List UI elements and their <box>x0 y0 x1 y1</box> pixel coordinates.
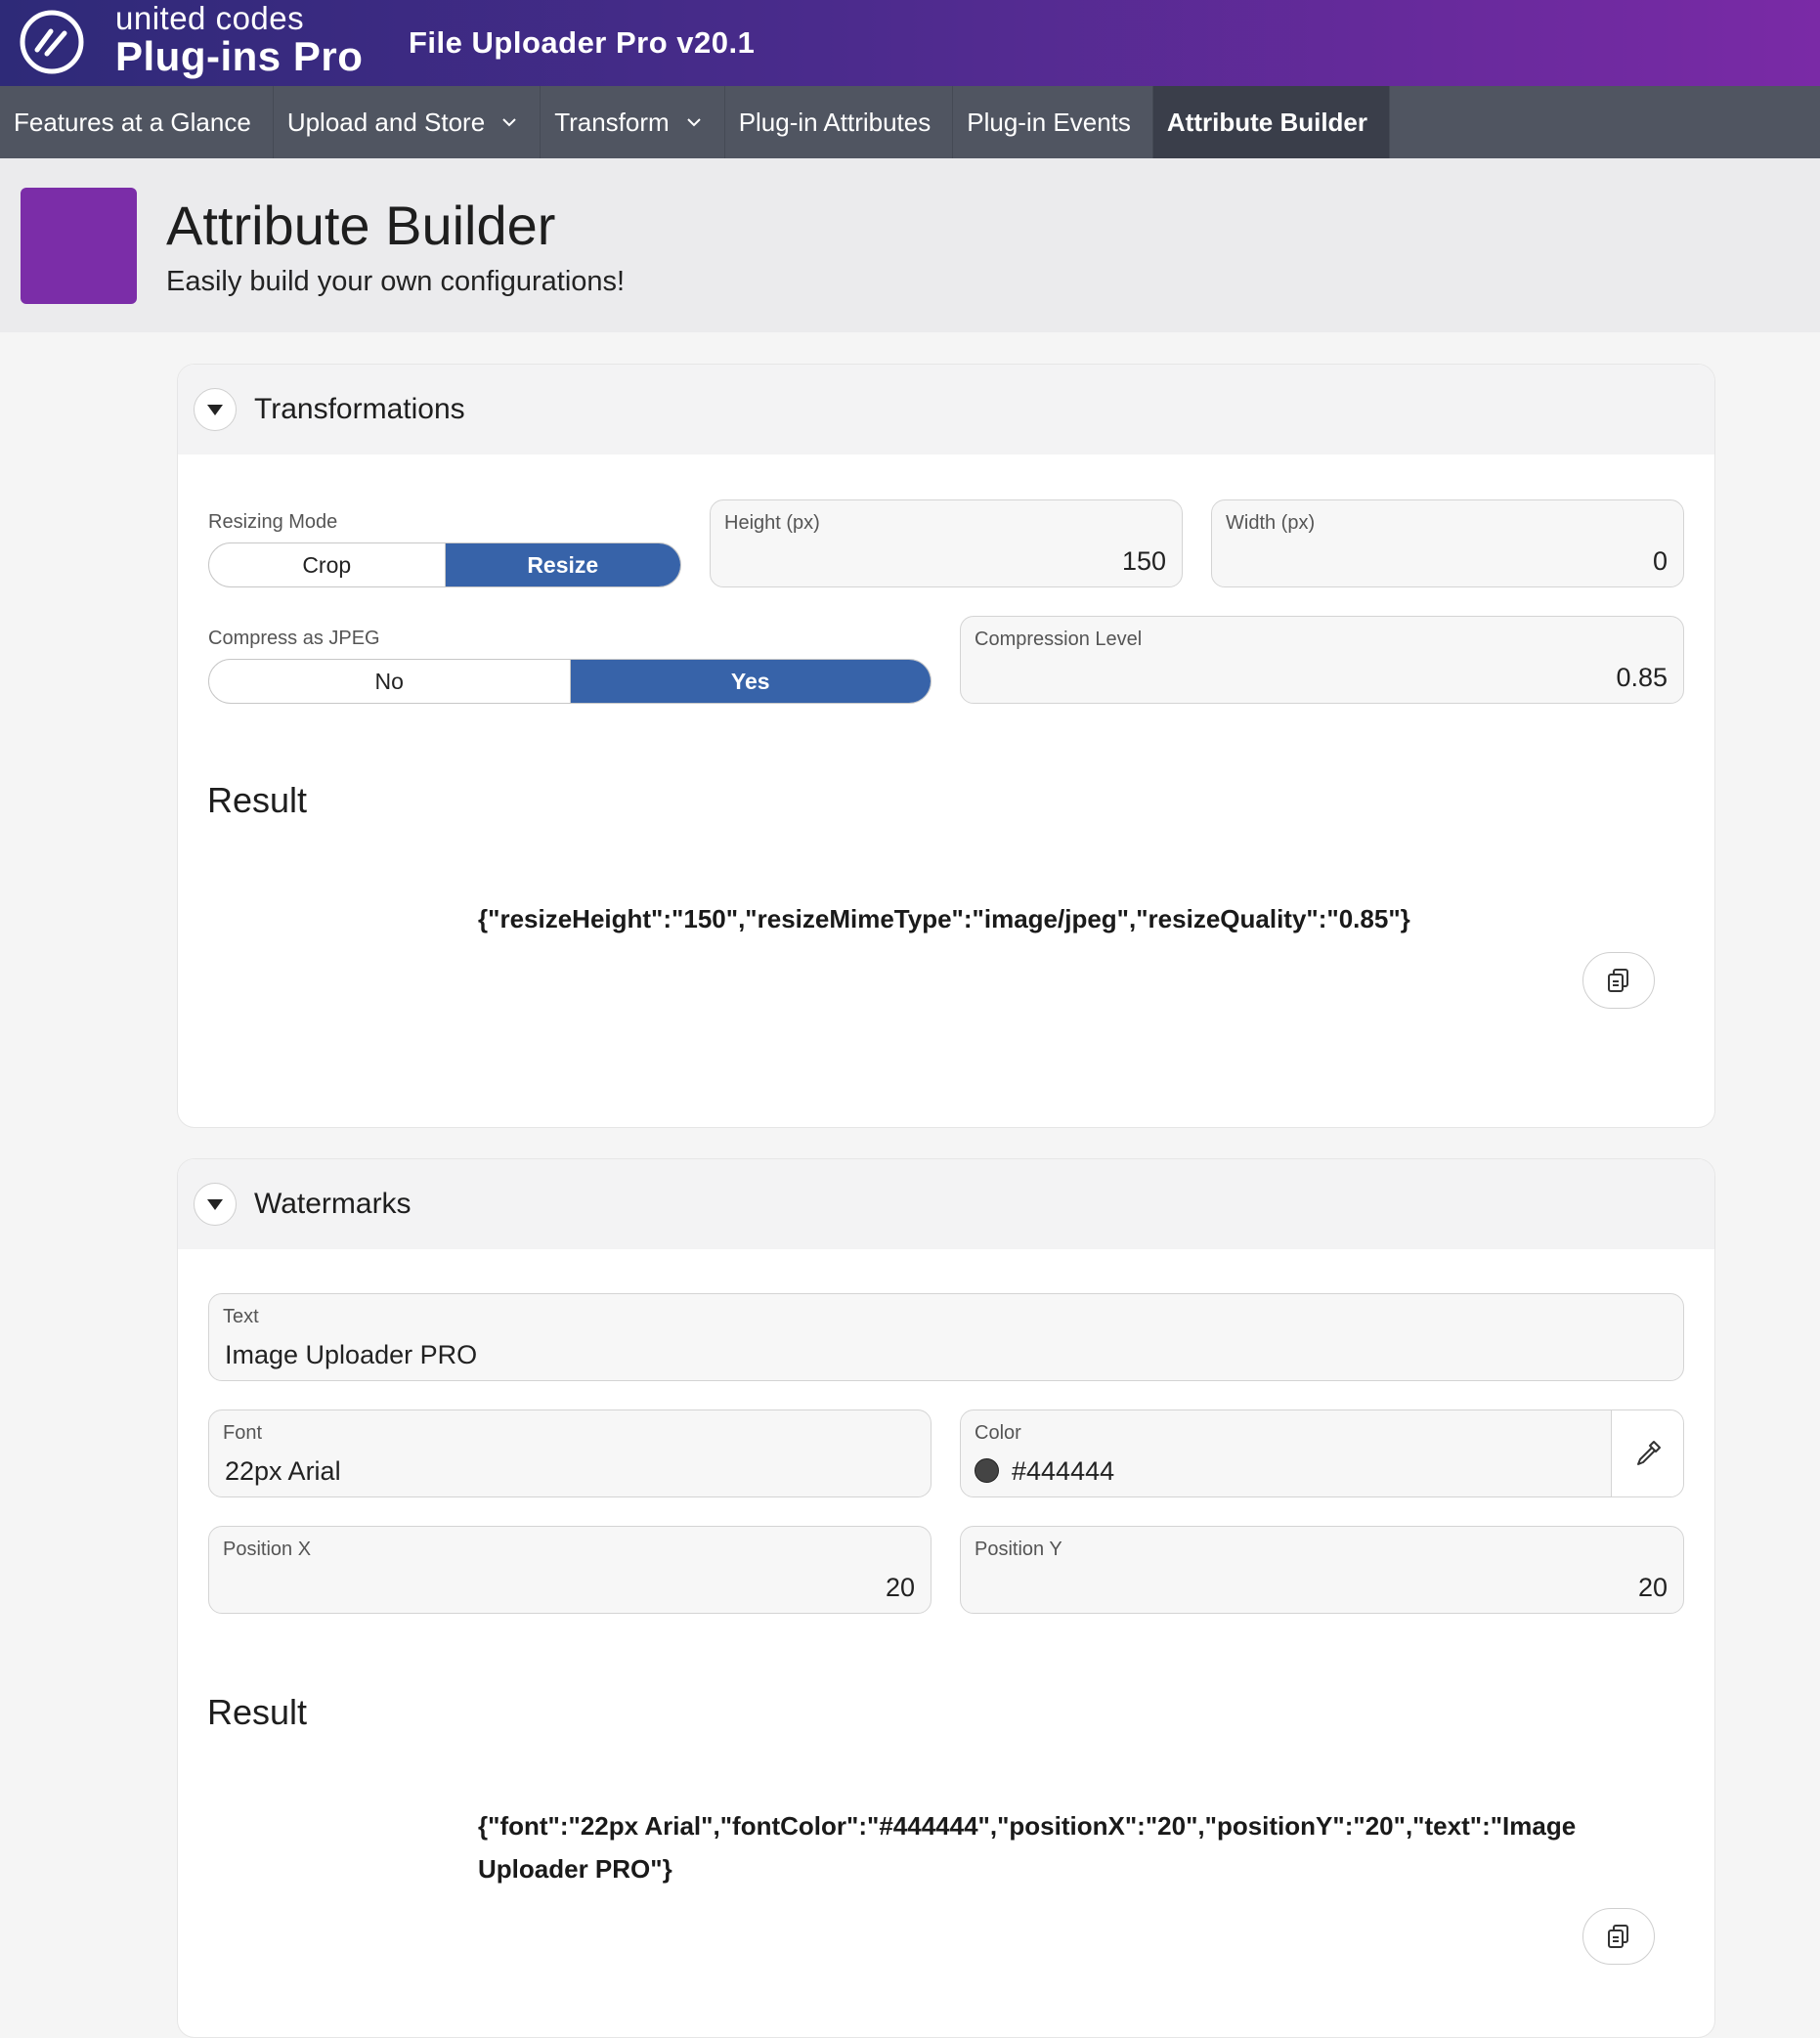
watermarks-card: Watermarks Text Image Uploader PRO Font … <box>177 1158 1715 2038</box>
field-value: #444444 <box>1012 1456 1115 1486</box>
crop-option[interactable]: Crop <box>209 543 445 586</box>
nav-item-plugin-events[interactable]: Plug-in Events <box>953 86 1153 158</box>
color-swatch <box>975 1458 999 1483</box>
nav-item-label: Attribute Builder <box>1166 107 1368 137</box>
field-value: 20 <box>885 1573 915 1602</box>
main-nav: Features at a Glance Upload and Store Tr… <box>0 86 1820 158</box>
compress-jpeg-label: Compress as JPEG <box>208 628 380 649</box>
width-field[interactable]: Width (px) 0 <box>1211 499 1684 587</box>
field-label: Position Y <box>975 1539 1062 1560</box>
page-subtitle: Easily build your own configurations! <box>166 266 626 297</box>
field-value: 0 <box>1652 546 1668 576</box>
result-code-line: Uploader PRO"} <box>478 1854 672 1884</box>
nav-item-label: Plug-in Attributes <box>738 107 932 137</box>
compress-jpeg-toggle: No Yes <box>208 659 932 704</box>
field-value: 22px Arial <box>225 1456 341 1486</box>
page-icon <box>21 188 137 304</box>
nav-item-label: Plug-in Events <box>967 107 1131 137</box>
field-label: Compression Level <box>975 629 1143 650</box>
card-title: Transformations <box>254 393 465 425</box>
nav-item-features[interactable]: Features at a Glance <box>0 86 274 158</box>
collapse-toggle-button[interactable] <box>194 1183 237 1226</box>
collapse-toggle-button[interactable] <box>194 388 237 431</box>
resize-option[interactable]: Resize <box>444 543 680 586</box>
brand-top-text: united codes <box>115 0 305 36</box>
field-label: Height (px) <box>724 512 820 534</box>
nav-item-plugin-attributes[interactable]: Plug-in Attributes <box>725 86 954 158</box>
logo-mark-icon[interactable] <box>18 8 86 76</box>
result-heading: Result <box>207 1692 308 1732</box>
caret-down-icon <box>207 1198 223 1210</box>
transformations-card: Transformations Resizing Mode Crop Resiz… <box>177 364 1715 1128</box>
field-label: Font <box>223 1422 263 1444</box>
nav-item-label: Transform <box>554 107 670 137</box>
field-value: 20 <box>1637 1573 1668 1602</box>
yes-option[interactable]: Yes <box>569 660 931 703</box>
card-title: Watermarks <box>254 1188 412 1220</box>
caret-down-icon <box>207 404 223 415</box>
result-code-line: {"font":"22px Arial","fontColor":"#44444… <box>478 1811 1577 1841</box>
height-field[interactable]: Height (px) 150 <box>710 499 1183 587</box>
nav-item-transform[interactable]: Transform <box>541 86 725 158</box>
copy-button[interactable] <box>1582 952 1655 1009</box>
brand-name[interactable]: Plug-ins Pro <box>115 33 363 80</box>
result-code: {"font":"22px Arial","fontColor":"#44444… <box>478 1804 1576 1890</box>
nav-item-label: Features at a Glance <box>14 107 251 137</box>
card-header: Transformations <box>178 365 1714 455</box>
resizing-mode-toggle: Crop Resize <box>208 542 681 587</box>
position-x-field[interactable]: Position X 20 <box>208 1526 932 1614</box>
app-title[interactable]: File Uploader Pro v20.1 <box>409 25 755 61</box>
nav-item-upload-and-store[interactable]: Upload and Store <box>274 86 542 158</box>
field-label: Text <box>223 1306 259 1327</box>
chevron-down-icon <box>502 118 516 127</box>
no-option[interactable]: No <box>209 660 570 703</box>
color-field[interactable]: Color #444444 <box>960 1409 1612 1497</box>
copy-button[interactable] <box>1582 1908 1655 1965</box>
compression-level-field[interactable]: Compression Level 0.85 <box>960 616 1684 704</box>
result-code: {"resizeHeight":"150","resizeMimeType":"… <box>478 904 1410 933</box>
result-heading: Result <box>207 780 308 820</box>
page-hero: Attribute Builder Easily build your own … <box>0 158 1820 332</box>
copy-icon <box>1608 969 1628 992</box>
nav-item-label: Upload and Store <box>286 107 486 137</box>
field-label: Width (px) <box>1226 512 1316 534</box>
watermark-text-field[interactable]: Text Image Uploader PRO <box>208 1293 1684 1381</box>
resizing-mode-label: Resizing Mode <box>208 511 338 533</box>
eyedropper-icon <box>1636 1441 1661 1465</box>
color-picker-button[interactable] <box>1611 1409 1684 1497</box>
copy-icon <box>1608 1925 1628 1948</box>
nav-item-attribute-builder[interactable]: Attribute Builder <box>1152 86 1391 158</box>
chevron-down-icon <box>686 118 701 127</box>
position-y-field[interactable]: Position Y 20 <box>960 1526 1684 1614</box>
top-header: united codes Plug-ins Pro File Uploader … <box>0 0 1820 86</box>
font-field[interactable]: Font 22px Arial <box>208 1409 932 1497</box>
field-value: 0.85 <box>1616 663 1668 692</box>
card-header: Watermarks <box>178 1159 1714 1249</box>
field-value: Image Uploader PRO <box>225 1340 478 1369</box>
field-value: 150 <box>1121 546 1166 576</box>
field-label: Color <box>975 1422 1021 1444</box>
field-label: Position X <box>223 1539 312 1560</box>
page-title: Attribute Builder <box>166 195 556 256</box>
